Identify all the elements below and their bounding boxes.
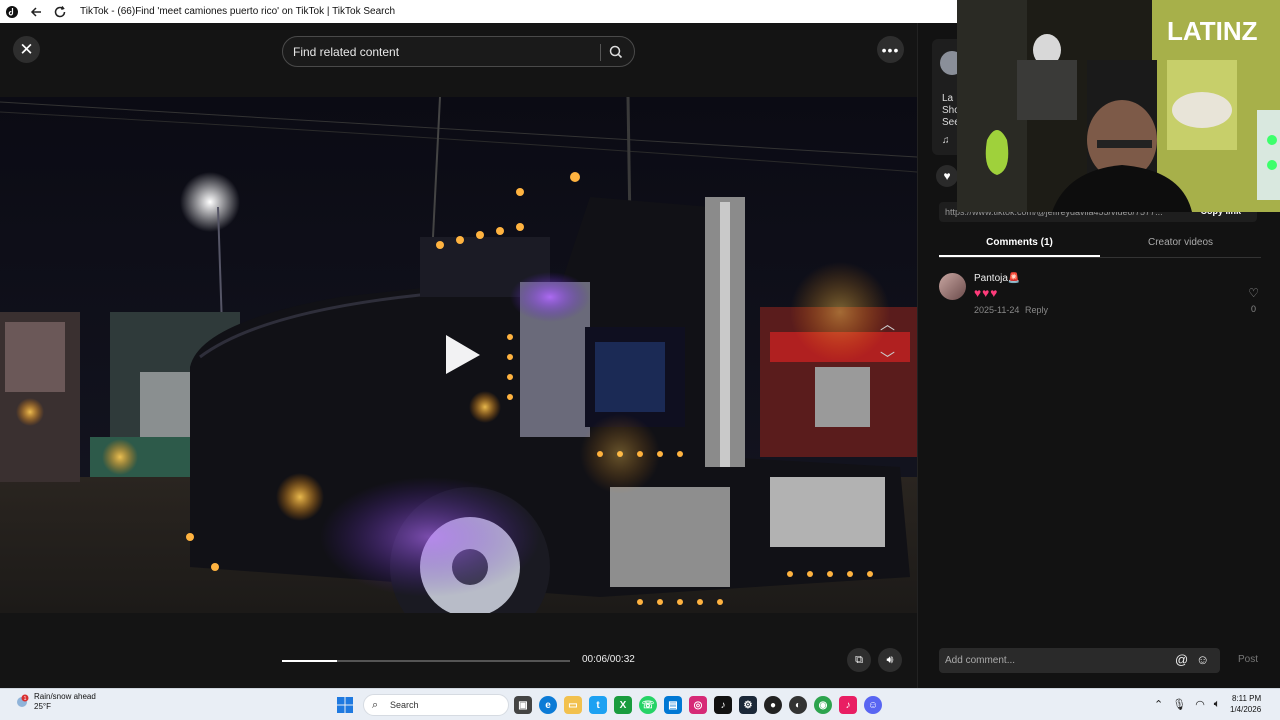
reply-button[interactable]: Reply <box>1025 305 1048 315</box>
task-view-icon[interactable]: ▣ <box>514 696 532 714</box>
taskbar-search-icon: ⌕ <box>372 699 379 711</box>
wifi-icon[interactable]: ◠ <box>1195 698 1205 711</box>
webcam-wall-graffiti: LATINZ <box>1167 16 1258 46</box>
steam-icon[interactable]: ⚙ <box>739 696 757 714</box>
more-dots-icon: ••• <box>881 41 900 58</box>
close-button[interactable]: ✕ <box>13 36 40 63</box>
progress-bar[interactable] <box>282 660 570 662</box>
pip-button[interactable]: ⧉ <box>847 648 871 672</box>
webcam-overlay: LATINZ <box>957 0 1280 212</box>
system-tray: ⌃ 🎙︎ ◠ 🔈︎ <box>1154 698 1220 711</box>
tray-overflow-chevron-icon[interactable]: ⌃ <box>1154 698 1163 711</box>
tiktok-favicon-icon <box>4 4 20 20</box>
weather-temp: 25°F <box>34 702 51 711</box>
video-frame-image <box>0 97 917 613</box>
video-area: ✕ ••• <box>0 23 917 688</box>
taskbar-apps: ▣ e ▭ t X ☏ ▤ ◎ ♪ ⚙ ● ◐ ◉ ♪ ☺ <box>514 696 882 714</box>
xbox-icon[interactable]: X <box>614 696 632 714</box>
commenter-name[interactable]: Pantoja🚨 <box>974 273 1020 284</box>
speaker-icon[interactable]: 🔈︎ <box>1214 698 1221 711</box>
previous-video-chevron-icon[interactable]: ︿ <box>880 313 895 334</box>
volume-button[interactable]: 🔊︎ <box>878 648 902 672</box>
store-icon[interactable]: ▤ <box>664 696 682 714</box>
weather-title: Rain/snow ahead <box>34 692 96 701</box>
more-options-button[interactable]: ••• <box>877 36 904 63</box>
music-note-icon: ♫ <box>942 135 950 146</box>
discord-icon[interactable]: ☺ <box>864 696 882 714</box>
edge-icon[interactable]: e <box>539 696 557 714</box>
microphone-icon[interactable]: 🎙︎ <box>1172 698 1186 711</box>
refresh-icon[interactable] <box>52 4 68 20</box>
twitter-icon[interactable]: t <box>589 696 607 714</box>
weather-text: Rain/snow ahead 25°F <box>34 692 96 712</box>
obs-icon[interactable]: ● <box>764 696 782 714</box>
heart-icon: ♥ <box>943 169 951 183</box>
time-display: 00:06/00:32 <box>582 654 635 665</box>
tab-comments[interactable]: Comments (1) <box>939 232 1100 257</box>
weather-icon: 1 <box>14 694 30 710</box>
comment-date: 2025-11-24 <box>974 305 1020 315</box>
windows-start-icon[interactable] <box>337 697 353 713</box>
panel-tabs: Comments (1) Creator videos <box>939 232 1261 258</box>
author-line-1: La <box>942 93 954 104</box>
search-divider <box>600 44 601 61</box>
related-search-bar[interactable] <box>282 36 635 67</box>
taskbar-search-label: Search <box>390 700 419 710</box>
comment-like-count: 0 <box>1250 304 1256 314</box>
webcam-image: LATINZ <box>957 0 1280 212</box>
svg-text:1: 1 <box>24 696 27 702</box>
chrome-icon[interactable]: ◉ <box>814 696 832 714</box>
comment-input-box[interactable]: @ ☺ <box>939 648 1220 673</box>
whatsapp-icon[interactable]: ☏ <box>639 696 657 714</box>
search-icon[interactable] <box>607 43 625 61</box>
browser-title: TikTok - (66)Find 'meet camiones puerto … <box>80 6 396 17</box>
comment-like-icon[interactable]: ♡ <box>1248 286 1259 300</box>
emoji-icon[interactable]: ☺ <box>1196 652 1209 667</box>
taskbar-clock[interactable]: 8:11 PM 1/4/2026 <box>1230 693 1261 715</box>
instagram-icon[interactable]: ◎ <box>689 696 707 714</box>
tiktok-icon[interactable]: ♪ <box>714 696 732 714</box>
clock-time: 8:11 PM <box>1231 694 1262 703</box>
mention-icon[interactable]: @ <box>1175 652 1188 667</box>
file-explorer-icon[interactable]: ▭ <box>564 696 582 714</box>
pip-icon: ⧉ <box>855 653 863 666</box>
app-icon[interactable]: ◐ <box>789 696 807 714</box>
weather-widget[interactable]: 1 Rain/snow ahead 25°F <box>14 692 96 712</box>
comment-input[interactable] <box>945 655 1165 666</box>
comment-item: Pantoja🚨 ♥♥♥ 2025-11-24 Reply ♡ 0 <box>939 273 1259 323</box>
video-player[interactable] <box>0 97 917 613</box>
close-icon: ✕ <box>19 39 34 59</box>
comment-text: ♥♥♥ <box>974 286 999 300</box>
taskbar: 1 Rain/snow ahead 25°F ⌕ Search ▣ e ▭ t … <box>0 688 1280 720</box>
tiktok-studio-icon[interactable]: ♪ <box>839 696 857 714</box>
next-video-chevron-icon[interactable]: ﹀ <box>880 348 895 369</box>
screen: TikTok - (66)Find 'meet camiones puerto … <box>0 0 1280 720</box>
post-button[interactable]: Post <box>1238 654 1258 665</box>
clock-date: 1/4/2026 <box>1230 705 1262 714</box>
progress-fill <box>282 660 337 662</box>
taskbar-search[interactable]: ⌕ Search <box>363 694 509 716</box>
like-button[interactable]: ♥ <box>936 165 958 187</box>
commenter-avatar[interactable] <box>939 273 966 300</box>
tab-creator-videos[interactable]: Creator videos <box>1100 232 1261 257</box>
player-controls: 00:06/00:32 ⧉ 🔊︎ <box>0 643 917 679</box>
volume-icon: 🔊︎ <box>886 653 894 666</box>
back-icon[interactable] <box>28 4 44 20</box>
related-search-input[interactable] <box>293 44 593 59</box>
